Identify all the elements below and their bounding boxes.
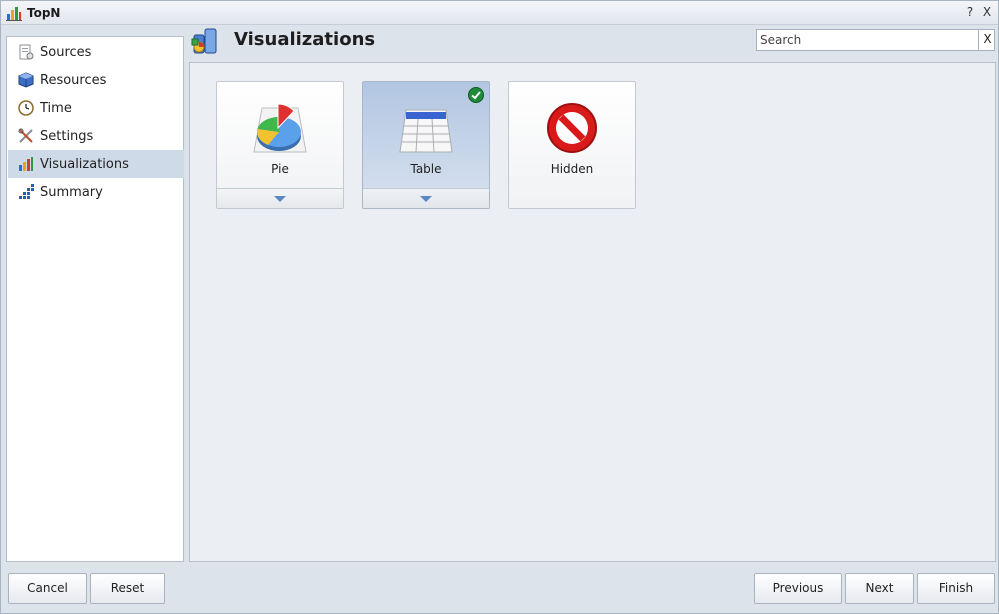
pie-chart-icon <box>253 103 307 153</box>
tile-label: Table <box>410 162 442 176</box>
window-title: TopN <box>27 6 61 20</box>
sidebar-item-label: Settings <box>40 128 94 144</box>
visualizations-panel: Pie Table Hidden <box>189 62 996 562</box>
search-box: X <box>756 29 995 51</box>
sidebar-item-visualizations[interactable]: Visualizations <box>8 150 184 178</box>
sidebar-item-settings[interactable]: Settings <box>8 122 184 150</box>
close-window-button[interactable]: X <box>980 5 994 21</box>
reset-button[interactable]: Reset <box>90 573 165 604</box>
summary-icon <box>19 184 34 199</box>
sidebar: Sources Resources Time Settings Visualiz… <box>6 36 184 562</box>
sidebar-item-time[interactable]: Time <box>8 94 184 122</box>
wizard-window: TopN ? X Sources Resources Time Settings… <box>0 0 999 614</box>
clock-icon <box>18 100 34 116</box>
sidebar-item-label: Sources <box>40 44 92 60</box>
chevron-down-icon <box>420 196 432 202</box>
search-input[interactable] <box>757 30 977 50</box>
cancel-button[interactable]: Cancel <box>8 573 87 604</box>
sidebar-item-label: Resources <box>40 72 107 88</box>
page-title: Visualizations <box>234 29 376 50</box>
bar-chart-icon <box>6 7 22 21</box>
next-button[interactable]: Next <box>845 573 914 604</box>
previous-button[interactable]: Previous <box>754 573 842 604</box>
tile-dropdown-button[interactable] <box>217 188 343 208</box>
sidebar-item-resources[interactable]: Resources <box>8 66 184 94</box>
sidebar-item-sources[interactable]: Sources <box>8 38 184 66</box>
tile-label: Pie <box>271 162 289 176</box>
search-clear-button[interactable]: X <box>978 29 996 51</box>
tile-dropdown-button[interactable] <box>363 188 489 208</box>
finish-button[interactable]: Finish <box>917 573 995 604</box>
resources-icon <box>18 72 34 88</box>
sidebar-item-label: Visualizations <box>40 156 129 172</box>
tile-hidden[interactable]: Hidden <box>508 81 636 209</box>
sidebar-item-summary[interactable]: Summary <box>8 178 184 206</box>
tile-pie[interactable]: Pie <box>216 81 344 209</box>
sidebar-item-label: Time <box>40 100 72 116</box>
help-button[interactable]: ? <box>963 5 977 21</box>
chevron-down-icon <box>274 196 286 202</box>
tile-label: Hidden <box>550 162 594 176</box>
hidden-icon <box>547 103 597 153</box>
sidebar-item-label: Summary <box>40 184 103 200</box>
table-icon <box>399 109 453 153</box>
sources-icon <box>19 44 34 60</box>
settings-icon <box>18 128 33 143</box>
tile-table[interactable]: Table <box>362 81 490 209</box>
title-bar: TopN ? X <box>1 1 998 25</box>
check-icon <box>468 87 484 103</box>
visualizations-icon <box>19 157 33 171</box>
visualizations-header-icon <box>191 28 217 54</box>
